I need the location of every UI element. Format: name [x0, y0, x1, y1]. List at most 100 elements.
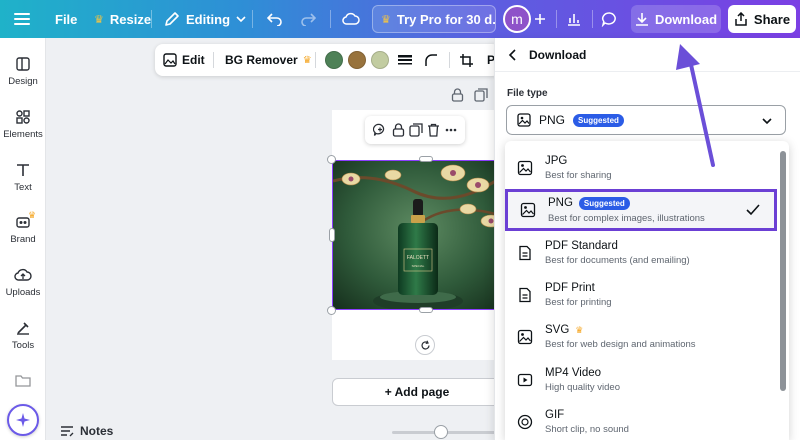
divider [449, 52, 450, 68]
bg-remover-button[interactable]: BG Remover ♛ [225, 44, 312, 76]
edit-label: Edit [182, 53, 205, 67]
resize-handle-bottom-left[interactable] [327, 306, 336, 315]
user-avatar[interactable]: m [503, 5, 531, 33]
folder-icon [15, 375, 31, 387]
insights-button[interactable] [566, 0, 582, 38]
border-style-button[interactable] [398, 44, 412, 76]
notes-button[interactable]: Notes [60, 424, 113, 438]
color-swatch-sage[interactable] [371, 51, 389, 69]
try-pro-button[interactable]: ♛ Try Pro for 30 d... [372, 5, 496, 33]
resize-handle-top-left[interactable] [327, 155, 336, 164]
download-button[interactable]: Download [631, 5, 721, 33]
text-icon [17, 164, 29, 176]
invite-button[interactable] [534, 0, 546, 38]
option-name: JPG [545, 155, 568, 167]
divider [151, 10, 152, 28]
back-arrow-icon[interactable] [507, 48, 519, 61]
border-style-icon [398, 55, 412, 65]
divider [592, 10, 593, 28]
product-photo: FALOETT SPECIAL [333, 161, 501, 309]
download-panel-header: Download [495, 38, 800, 72]
element-floating-toolbar [365, 116, 465, 144]
chevron-down-icon [762, 118, 772, 125]
image-icon [163, 53, 177, 67]
sidebar-item-label: Design [8, 76, 38, 87]
resize-handle-left[interactable] [329, 228, 335, 242]
product-image[interactable]: FALOETT SPECIAL [332, 160, 502, 310]
crop-icon [460, 53, 473, 67]
crown-icon: ♛ [302, 54, 312, 66]
comments-button[interactable] [601, 0, 618, 38]
dropdown-scrollbar[interactable] [780, 151, 786, 391]
cloud-save-button[interactable] [342, 0, 360, 38]
color-swatch-brown[interactable] [348, 51, 366, 69]
editing-mode-button[interactable]: Editing [164, 0, 246, 38]
trash-icon[interactable] [427, 123, 440, 137]
color-swatch-green[interactable] [325, 51, 343, 69]
page-tools [451, 88, 488, 102]
duplicate-icon[interactable] [409, 123, 423, 137]
file-type-option-pdf-print[interactable]: PDF Print Best for printing [505, 274, 777, 316]
resize-button[interactable]: ♛ Resize [94, 0, 151, 38]
option-name-row: SVG ♛ [545, 324, 696, 336]
undo-button[interactable] [267, 0, 283, 38]
checkmark-icon [746, 204, 760, 216]
resize-handle-bottom[interactable] [419, 307, 433, 313]
option-desc: Best for sharing [545, 170, 612, 181]
crown-icon: ♛ [94, 13, 104, 26]
crop-button[interactable] [459, 44, 474, 76]
context-toolbar: Edit BG Remover ♛ P [155, 44, 500, 76]
file-type-select[interactable]: PNG Suggested [506, 105, 786, 135]
image-icon [520, 202, 536, 218]
bg-remover-label: BG Remover [225, 53, 298, 67]
add-comment-icon[interactable] [373, 123, 387, 137]
option-desc: Best for documents (and emailing) [545, 255, 690, 266]
rotate-handle[interactable] [415, 335, 435, 355]
plus-icon [535, 14, 545, 24]
divider [252, 10, 253, 28]
file-menu[interactable]: File [55, 0, 77, 38]
redo-button[interactable] [300, 0, 316, 38]
suggested-badge: Suggested [578, 196, 630, 210]
menu-button[interactable] [14, 0, 30, 38]
document-icon [519, 287, 531, 303]
zoom-slider-handle[interactable] [434, 425, 448, 439]
more-options-icon[interactable] [445, 128, 457, 132]
avatar-initial: m [511, 11, 523, 27]
file-type-option-gif[interactable]: GIF Short clip, no sound [505, 401, 777, 440]
file-type-option-pdf-standard[interactable]: PDF Standard Best for documents (and ema… [505, 232, 777, 274]
file-type-option-png[interactable]: PNG Suggested Best for complex images, i… [505, 189, 777, 231]
edit-image-button[interactable]: Edit [163, 44, 205, 76]
sidebar-item-uploads[interactable]: Uploads [0, 267, 46, 298]
file-type-option-jpg[interactable]: JPG Best for sharing [505, 147, 777, 189]
magic-assistant-button[interactable] [7, 404, 39, 436]
sidebar-item-design[interactable]: Design [0, 56, 46, 87]
image-icon [517, 329, 533, 345]
add-page-button[interactable]: + Add page [332, 378, 502, 406]
document-icon [519, 245, 531, 261]
lock-icon[interactable] [451, 88, 464, 102]
duplicate-page-icon[interactable] [474, 88, 488, 102]
corner-rounding-button[interactable] [424, 44, 438, 76]
file-type-dropdown: JPG Best for sharing PNG Suggested Best … [505, 141, 789, 440]
sidebar-item-text[interactable]: Text [0, 162, 46, 193]
bottle-label-sub: SPECIAL [412, 264, 425, 268]
corner-rounding-icon [425, 54, 437, 66]
file-label: File [55, 11, 78, 27]
tools-icon [17, 322, 29, 335]
elements-icon [16, 110, 30, 124]
sidebar-item-brand[interactable]: ♛ Brand [0, 210, 46, 245]
sidebar-item-elements[interactable]: Elements [0, 109, 46, 140]
share-button[interactable]: Share [728, 5, 796, 33]
left-sidebar: Design Elements Text ♛ Brand Uploads Too… [0, 38, 46, 440]
option-desc: Best for complex images, illustrations [548, 212, 705, 224]
file-type-option-mp4[interactable]: MP4 Video High quality video [505, 359, 777, 401]
file-type-option-svg[interactable]: SVG ♛ Best for web design and animations [505, 316, 777, 358]
bottle-label-brand: FALOETT [407, 255, 429, 261]
divider [315, 52, 316, 68]
sidebar-item-label: Elements [3, 129, 43, 140]
lock-icon[interactable] [392, 123, 405, 137]
sidebar-item-tools[interactable]: Tools [0, 320, 46, 351]
sidebar-item-projects[interactable] [0, 373, 46, 387]
resize-handle-top[interactable] [419, 156, 433, 162]
